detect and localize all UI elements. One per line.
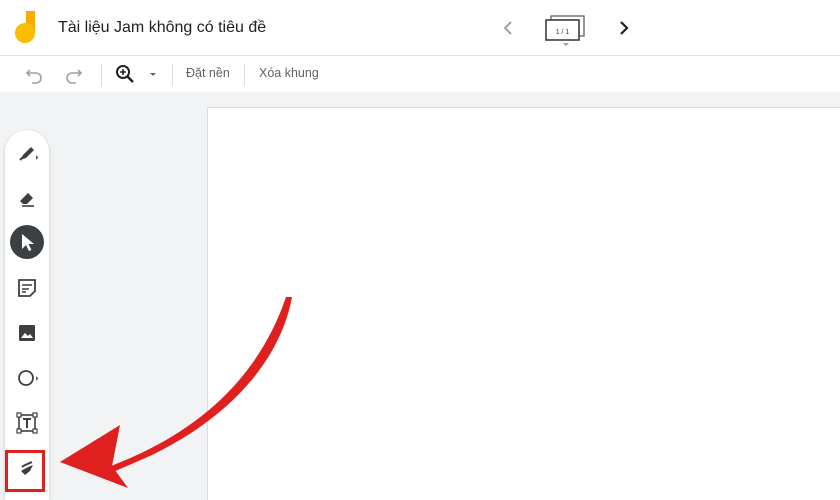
select-tool[interactable] xyxy=(10,225,44,259)
previous-frame-icon[interactable] xyxy=(498,17,518,39)
toolbar-divider xyxy=(244,64,245,86)
app-header: Tài liệu Jam không có tiêu đề 1 / 1 xyxy=(0,0,840,56)
whiteboard-frame[interactable] xyxy=(207,107,840,500)
toolbar-divider xyxy=(101,64,102,86)
sticky-note-icon xyxy=(18,279,36,297)
zoom-dropdown-icon[interactable] xyxy=(143,63,163,85)
zoom-in-icon[interactable] xyxy=(114,63,136,85)
toolbar-divider xyxy=(172,64,173,86)
shape-tool[interactable] xyxy=(10,361,44,395)
jamboard-logo-icon[interactable] xyxy=(14,11,40,45)
undo-icon[interactable] xyxy=(23,63,45,85)
frames-stack-icon: 1 / 1 xyxy=(545,15,585,46)
frame-bar-button[interactable]: 1 / 1 xyxy=(543,13,589,47)
next-frame-icon[interactable] xyxy=(614,17,634,39)
redo-icon[interactable] xyxy=(63,63,85,85)
sticky-note-tool[interactable] xyxy=(10,271,44,305)
annotation-highlight-box xyxy=(5,450,45,492)
pen-tool[interactable] xyxy=(10,136,44,170)
pen-icon xyxy=(19,147,39,161)
eraser-icon xyxy=(20,193,34,207)
document-title[interactable]: Tài liệu Jam không có tiêu đề xyxy=(58,19,266,37)
eraser-tool[interactable] xyxy=(10,181,44,215)
cursor-arrow-icon xyxy=(22,234,34,251)
frame-counter-text: 1 / 1 xyxy=(556,29,570,36)
text-box-icon xyxy=(16,412,38,434)
selected-tool-highlight xyxy=(10,225,44,259)
circle-icon xyxy=(18,370,39,386)
image-tool[interactable] xyxy=(10,316,44,350)
image-icon xyxy=(19,325,35,341)
toolbar: Đặt nền Xóa khung xyxy=(0,56,840,92)
clear-frame-button[interactable]: Xóa khung xyxy=(259,66,319,80)
text-box-tool[interactable] xyxy=(10,406,44,440)
set-background-button[interactable]: Đặt nền xyxy=(186,66,230,80)
